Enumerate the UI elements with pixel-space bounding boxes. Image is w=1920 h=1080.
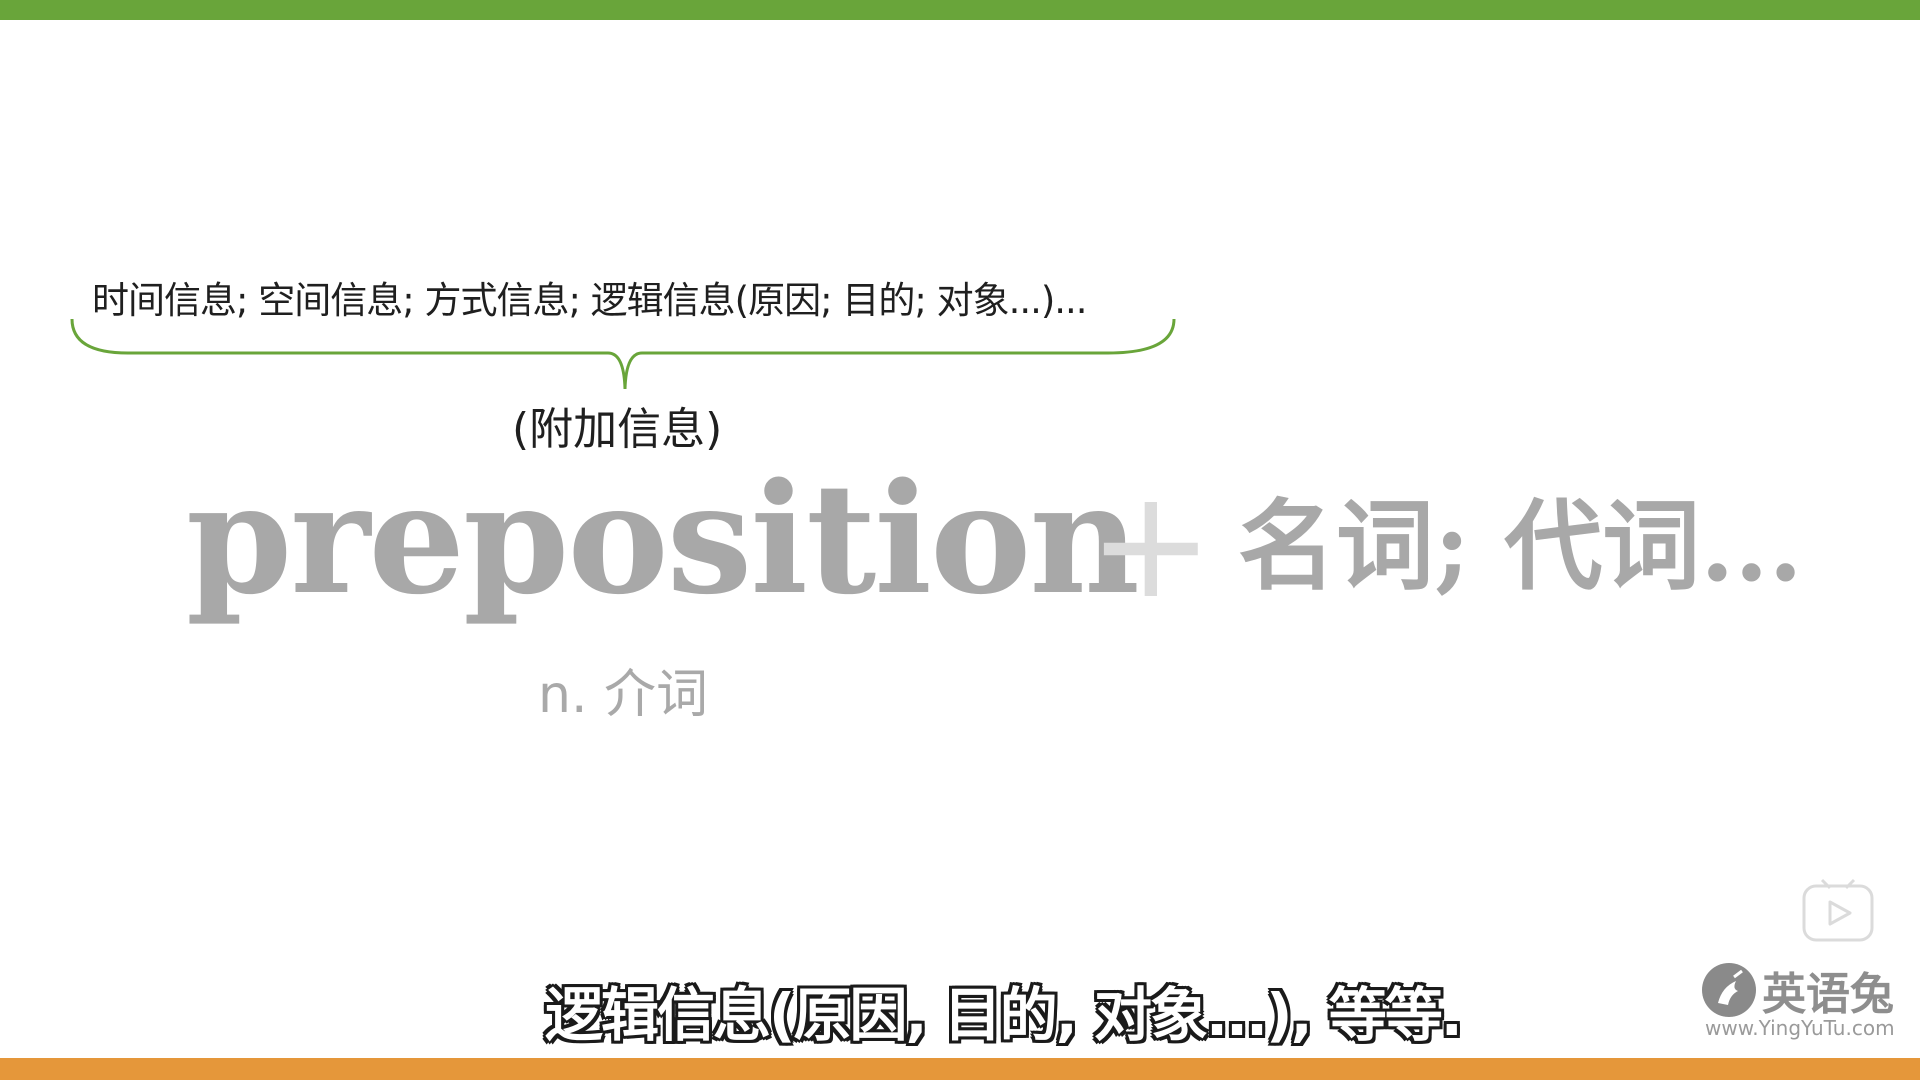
curly-brace xyxy=(70,318,1176,390)
play-icon[interactable] xyxy=(1800,872,1876,944)
rabbit-logo-icon xyxy=(1702,963,1756,1017)
preposition-word: preposition xyxy=(186,449,1140,628)
top-accent-bar xyxy=(0,0,1920,20)
part-of-speech-label: n. 介词 xyxy=(538,665,709,725)
subtitle-caption: 逻辑信息(原因, 目的, 对象...), 等等. xyxy=(545,981,1463,1049)
logo-title: 英语兔 xyxy=(1762,969,1894,1020)
plus-sign: + xyxy=(1088,458,1214,632)
noun-pronoun-text: 名词; 代词... xyxy=(1238,489,1803,604)
logo-url: www.YingYuTu.com xyxy=(1705,1016,1895,1040)
bottom-accent-bar xyxy=(0,1058,1920,1080)
